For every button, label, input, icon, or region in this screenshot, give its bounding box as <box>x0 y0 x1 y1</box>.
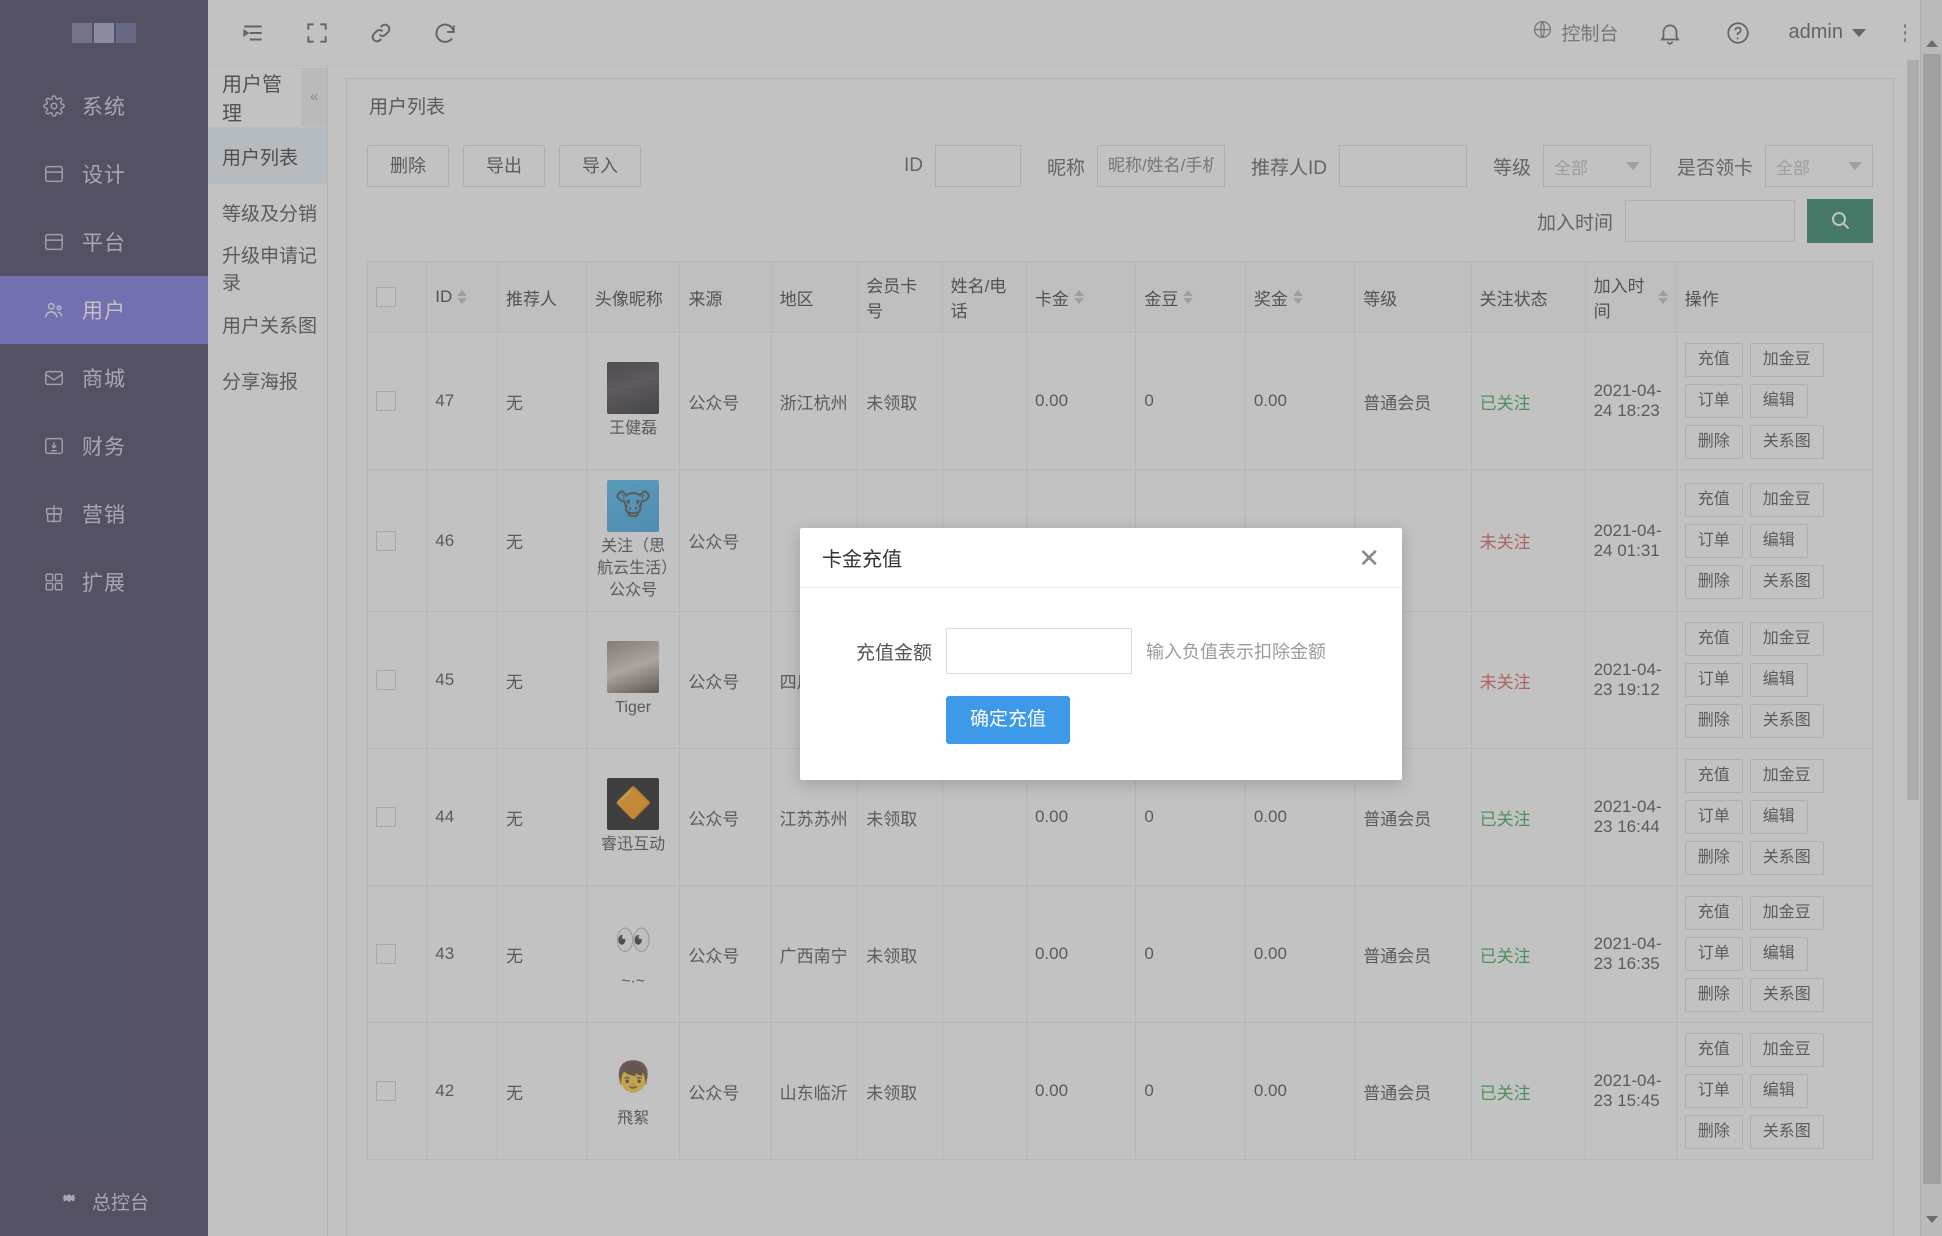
modal-header: 卡金充值 ✕ <box>800 528 1402 588</box>
close-icon[interactable]: ✕ <box>1358 545 1380 571</box>
amount-input[interactable] <box>946 628 1132 674</box>
modal-actions: 确定充值 <box>800 696 1402 744</box>
modal-body: 充值金额 输入负值表示扣除金额 确定充值 <box>800 588 1402 780</box>
confirm-recharge-button[interactable]: 确定充值 <box>946 696 1071 744</box>
amount-label: 充值金额 <box>855 642 932 664</box>
amount-hint: 输入负值表示扣除金额 <box>1146 642 1326 662</box>
modal-title: 卡金充值 <box>822 549 902 571</box>
app-root: 系统 设计 平台 用户 商城 财务 营销 扩展 总控台 控制台 admin 用户… <box>0 0 1942 1236</box>
recharge-modal: 卡金充值 ✕ 充值金额 输入负值表示扣除金额 确定充值 <box>800 528 1402 780</box>
amount-form-row: 充值金额 输入负值表示扣除金额 <box>800 628 1402 674</box>
